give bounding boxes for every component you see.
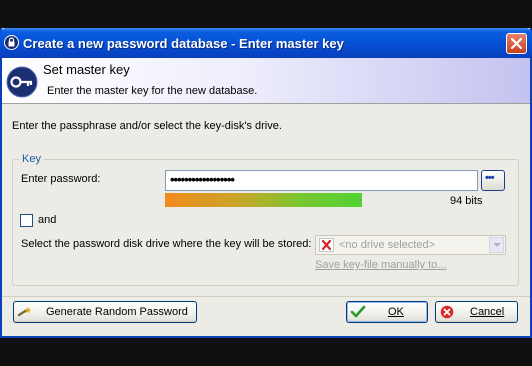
header-title: Set master key xyxy=(43,62,130,77)
show-password-button[interactable]: ••• xyxy=(481,170,505,191)
cancel-button-label: Cancel xyxy=(470,306,505,318)
check-icon xyxy=(350,305,366,318)
password-bits-text: 94 bits xyxy=(450,195,483,207)
key-group-legend: Key xyxy=(19,153,44,165)
drive-select[interactable]: <no drive selected> xyxy=(315,235,506,255)
lock-icon xyxy=(4,35,19,50)
instructions-text: Enter the passphrase and/or select the k… xyxy=(12,120,282,132)
password-quality-fill xyxy=(165,193,363,207)
cancel-button[interactable]: Cancel xyxy=(435,301,518,323)
drive-select-value: <no drive selected> xyxy=(339,239,436,251)
wand-icon xyxy=(17,307,31,317)
ok-button[interactable]: OK xyxy=(346,301,428,323)
title-bar[interactable]: Create a new password database - Enter m… xyxy=(0,28,532,58)
close-button[interactable] xyxy=(506,33,527,54)
cancel-icon xyxy=(440,305,454,319)
generate-password-button[interactable]: Generate Random Password xyxy=(13,301,197,323)
reveal-dots-icon: ••• xyxy=(485,172,495,184)
chevron-down-icon[interactable] xyxy=(489,237,504,253)
password-input[interactable]: •••••••••••••••••• xyxy=(165,170,478,191)
password-mask: •••••••••••••••••• xyxy=(170,172,235,187)
x-icon xyxy=(319,238,334,252)
close-icon xyxy=(510,37,523,50)
password-label: Enter password: xyxy=(21,173,101,185)
and-label: and xyxy=(38,214,57,226)
header-banner: Set master key Enter the master key for … xyxy=(2,58,530,104)
key-disk-checkbox[interactable] xyxy=(20,214,33,227)
key-badge-icon xyxy=(6,66,38,98)
save-keyfile-link[interactable]: Save key-file manually to... xyxy=(315,259,446,271)
button-separator xyxy=(2,296,530,297)
header-subtitle: Enter the master key for the new databas… xyxy=(47,85,258,97)
drive-label: Select the password disk drive where the… xyxy=(21,238,312,250)
window-title: Create a new password database - Enter m… xyxy=(23,36,344,51)
password-quality-bar xyxy=(165,193,478,207)
ok-button-label: OK xyxy=(388,306,404,318)
generate-button-label: Generate Random Password xyxy=(46,306,188,318)
